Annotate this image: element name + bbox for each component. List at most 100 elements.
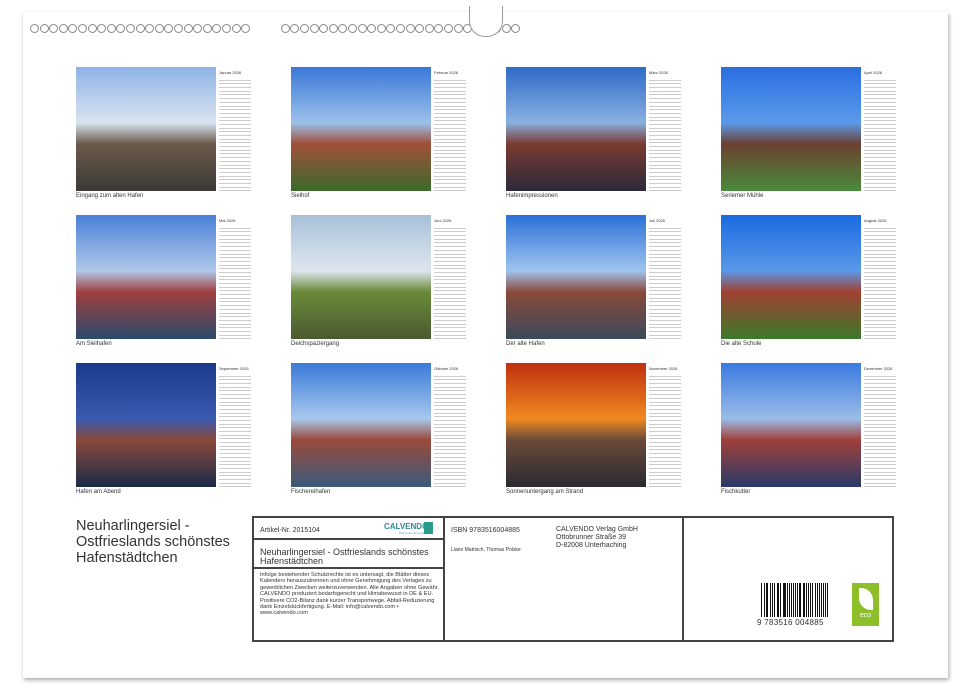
barcode-bar xyxy=(797,583,798,617)
binding-hole xyxy=(241,24,250,33)
binding-hole xyxy=(222,24,231,33)
barcode-bar xyxy=(778,583,779,617)
barcode-bar xyxy=(819,583,820,617)
publisher-city: D-82008 Unterhaching xyxy=(556,542,638,550)
day-list xyxy=(649,373,681,487)
publisher-street: Ottobrunner Straße 39 xyxy=(556,534,638,542)
month-photo xyxy=(76,363,216,487)
binding-hole xyxy=(434,24,443,33)
day-list xyxy=(649,77,681,191)
month-label: August 2026 xyxy=(864,218,886,223)
day-line xyxy=(864,336,896,340)
hanger-hook xyxy=(469,6,503,37)
barcode-bar xyxy=(817,583,818,617)
binding-hole xyxy=(348,24,357,33)
month-tile: SielhofFebruar 2026 xyxy=(291,67,471,207)
binding-hole xyxy=(107,24,116,33)
binding-hole xyxy=(415,24,424,33)
photo-caption: Deichspaziergang xyxy=(291,341,339,347)
binding-hole xyxy=(367,24,376,33)
calendar-title: Neuharlingersiel - Ostfrieslands schönst… xyxy=(76,518,251,566)
binding-hole xyxy=(155,24,164,33)
barcode-bar xyxy=(795,583,796,617)
month-tile: DeichspaziergangJuni 2026 xyxy=(291,215,471,355)
barcode-bar xyxy=(810,583,811,617)
eco-badge: eco xyxy=(852,583,879,626)
day-list xyxy=(864,373,896,487)
barcode-bar xyxy=(789,583,790,617)
photo-caption: Seriemer Mühle xyxy=(721,193,763,199)
binding-hole xyxy=(30,24,39,33)
binding-hole xyxy=(377,24,386,33)
day-list xyxy=(649,225,681,339)
calvendo-logo-mark xyxy=(424,522,433,534)
binding-hole xyxy=(136,24,145,33)
binding-hole xyxy=(386,24,395,33)
barcode-bar xyxy=(787,583,788,617)
day-list xyxy=(864,77,896,191)
day-line xyxy=(649,188,681,192)
binding-hole xyxy=(193,24,202,33)
publisher-address: CALVENDO Verlag GmbH Ottobrunner Straße … xyxy=(556,526,638,550)
month-tile: Der alte Hafen Juli 2026 xyxy=(506,215,686,355)
day-list xyxy=(219,373,251,487)
month-tile: Sonnenuntergang am Strand November 2026 xyxy=(506,363,686,503)
binding-hole xyxy=(174,24,183,33)
month-label: Mai 2026 xyxy=(219,218,235,223)
binding-hole xyxy=(145,24,154,33)
article-number: Artikel-Nr. 2015104 xyxy=(260,527,320,534)
binding-hole xyxy=(300,24,309,33)
eco-label: eco xyxy=(852,612,879,619)
binding-hole xyxy=(59,24,68,33)
month-tile: Die alte Schule August 2026 xyxy=(721,215,901,355)
photo-caption: Sonnenuntergang am Strand xyxy=(506,489,583,495)
binding-hole xyxy=(68,24,77,33)
barcode-bar xyxy=(821,583,822,617)
calvendo-tagline: Das Kalenderverlag xyxy=(399,531,425,535)
month-photo xyxy=(506,215,646,339)
month-tile: Hafen am AbendSeptember 2026 xyxy=(76,363,256,503)
barcode-bar xyxy=(793,583,794,617)
barcode-number: 9 783516 004885 xyxy=(757,618,824,627)
binding-hole xyxy=(358,24,367,33)
day-list xyxy=(434,373,466,487)
photo-caption: Hafenimpressionen xyxy=(506,193,558,199)
month-photo xyxy=(291,363,431,487)
day-line xyxy=(864,188,896,192)
day-line xyxy=(649,336,681,340)
month-label: November 2026 xyxy=(649,366,677,371)
photo-caption: Der alte Hafen xyxy=(506,341,545,347)
month-label: Februar 2026 xyxy=(434,70,458,75)
binding-hole xyxy=(511,24,520,33)
month-label: Januar 2026 xyxy=(219,70,241,75)
binding-hole xyxy=(116,24,125,33)
barcode-bar xyxy=(777,583,778,617)
barcode-bar xyxy=(764,583,765,617)
month-tile: FischkutterDezember 2026 xyxy=(721,363,901,503)
barcode-bar xyxy=(803,583,804,617)
month-tile: FischereihafenOktober 2026 xyxy=(291,363,471,503)
barcode-bar xyxy=(808,583,809,617)
month-label: Dezember 2026 xyxy=(864,366,892,371)
legal-notice: Infolge bestehender Schutzrechte ist es … xyxy=(260,572,442,617)
divider xyxy=(254,567,444,569)
isbn: ISBN 9783516004885 xyxy=(451,527,520,534)
leaf-icon xyxy=(859,588,873,610)
day-line xyxy=(219,484,251,488)
binding-hole xyxy=(338,24,347,33)
day-line xyxy=(434,484,466,488)
month-label: Juli 2026 xyxy=(649,218,665,223)
day-list xyxy=(219,77,251,191)
barcode-bar xyxy=(823,583,824,617)
month-tile: Seriemer MühleApril 2026 xyxy=(721,67,901,207)
binding-hole xyxy=(319,24,328,33)
day-line xyxy=(219,336,251,340)
month-photo xyxy=(506,67,646,191)
barcode-bar xyxy=(770,583,772,617)
month-photo xyxy=(721,215,861,339)
month-label: März 2026 xyxy=(649,70,668,75)
day-line xyxy=(219,188,251,192)
box-title: Neuharlingersiel - Ostfrieslands schönst… xyxy=(260,548,440,566)
photo-caption: Die alte Schule xyxy=(721,341,761,347)
authors: Liane Matrisch, Thomas Polske xyxy=(451,547,521,553)
